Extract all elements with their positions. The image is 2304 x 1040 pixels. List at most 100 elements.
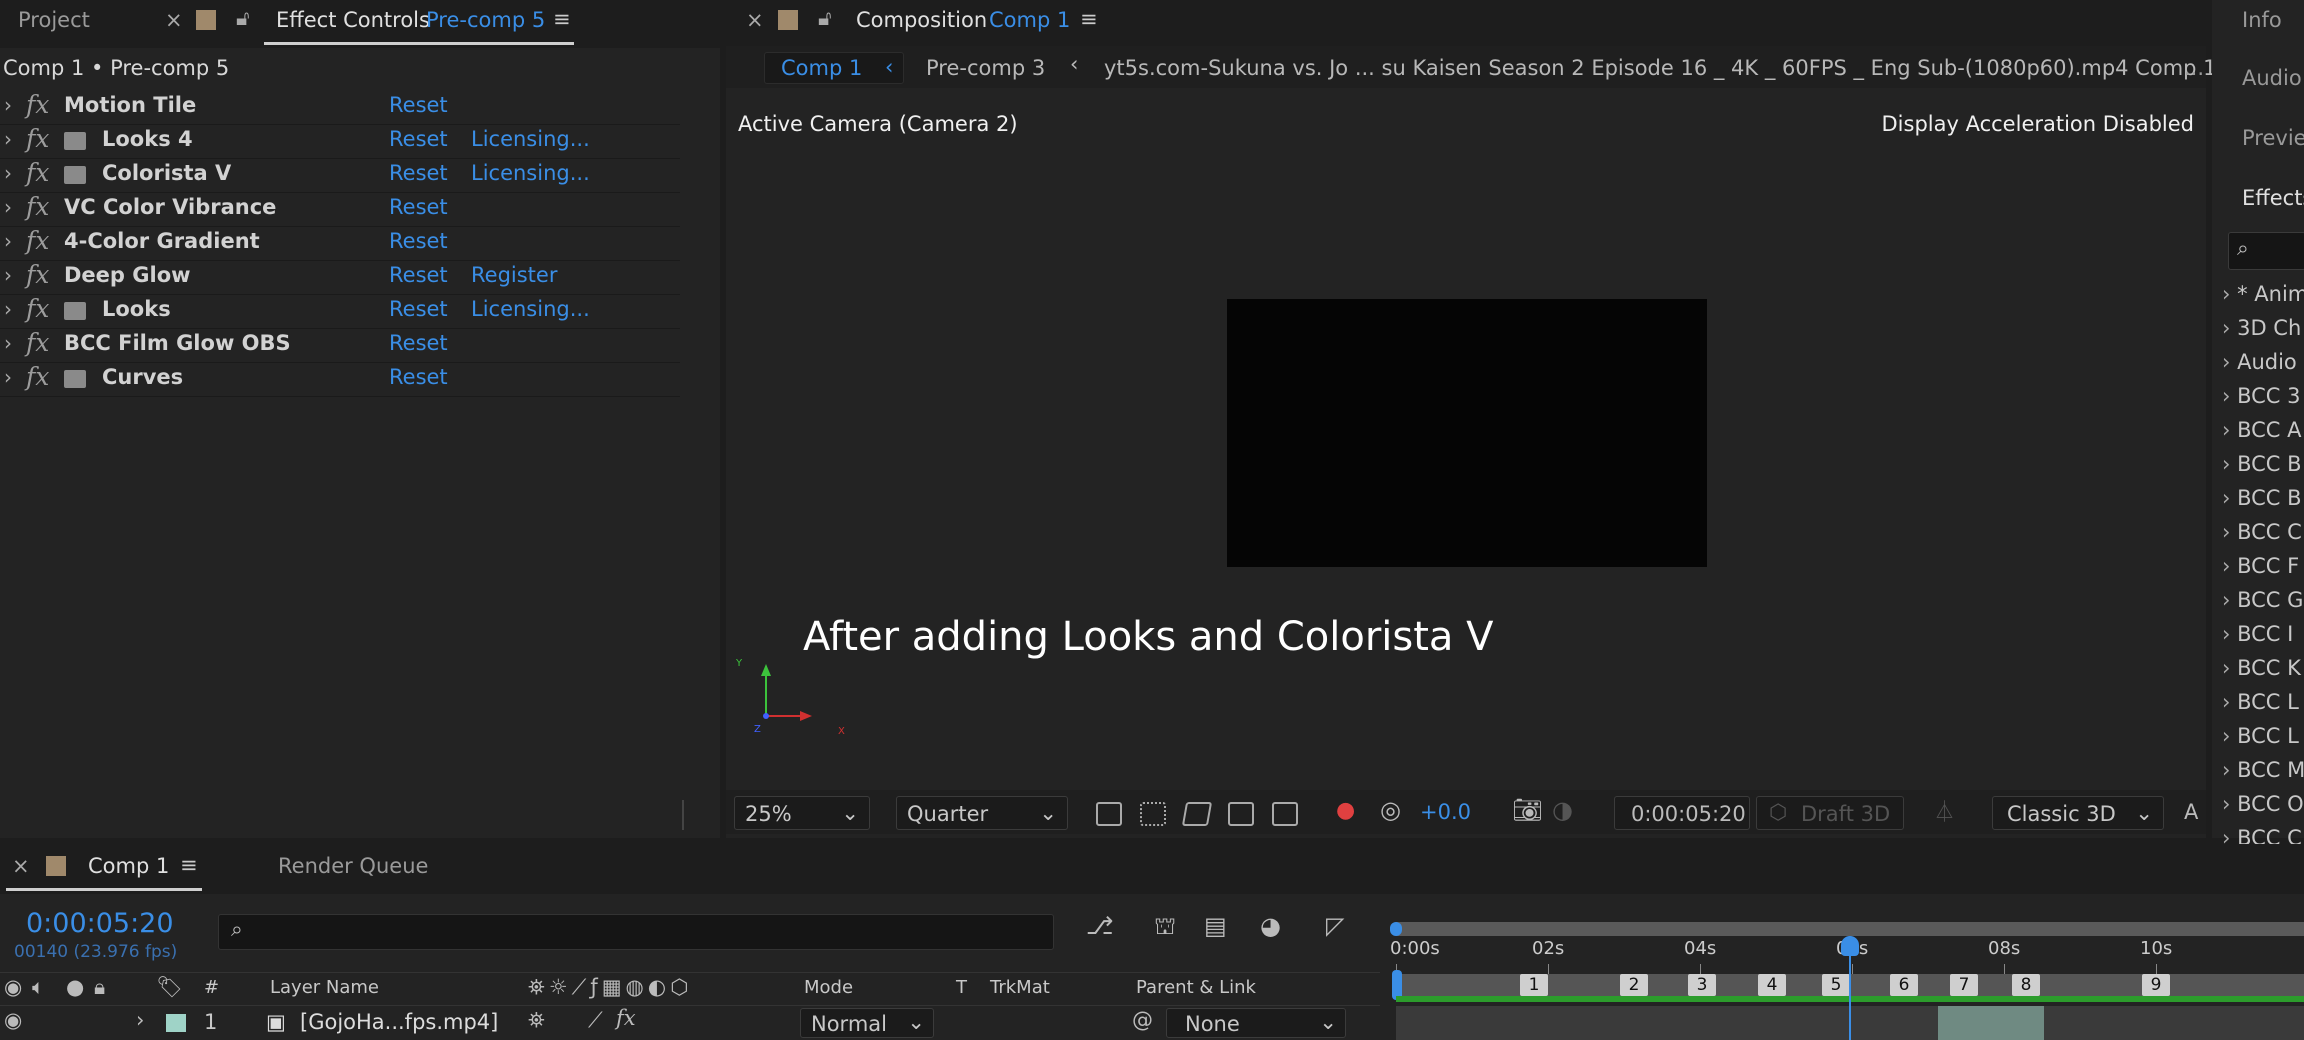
layer-name[interactable]: [GojoHa...fps.mp4] <box>300 1010 498 1034</box>
ground-plane-icon[interactable]: ⏃ <box>1934 796 1955 826</box>
expand-arrow-icon[interactable]: › <box>4 365 12 389</box>
transparency-grid-icon[interactable] <box>1140 802 1166 826</box>
work-area-bar[interactable] <box>1396 922 2304 936</box>
tab-project[interactable]: Project <box>18 8 90 32</box>
effects-category-item[interactable]: › 3D Ch <box>2222 316 2304 346</box>
effect-row[interactable]: › fx Colorista V Reset Licensing... <box>0 158 680 193</box>
blend-mode-select[interactable]: Normal ⌄ <box>800 1008 934 1038</box>
pick-whip-icon[interactable]: @ <box>1132 1008 1153 1032</box>
fx-switch-icon[interactable]: fx <box>616 1006 636 1030</box>
scrollbar[interactable] <box>682 800 684 830</box>
expand-arrow-icon[interactable]: › <box>4 127 12 151</box>
mask-path-icon[interactable] <box>1181 802 1213 826</box>
fx-toggle-icon[interactable]: fx <box>26 90 49 119</box>
tab-comp-1[interactable]: Comp 1 <box>88 854 169 878</box>
effect-extra-link[interactable]: Licensing... <box>471 161 590 185</box>
expand-arrow-icon[interactable]: › <box>4 93 12 117</box>
reset-link[interactable]: Reset <box>389 331 448 355</box>
fx-toggle-icon[interactable]: fx <box>26 192 49 221</box>
effects-category-item[interactable]: › BCC I <box>2222 622 2304 652</box>
effects-category-item[interactable]: › BCC 3 <box>2222 384 2304 414</box>
effects-category-item[interactable]: › BCC L <box>2222 690 2304 720</box>
comp-marker[interactable]: 6 <box>1890 974 1918 996</box>
reset-link[interactable]: Reset <box>389 195 448 219</box>
reset-link[interactable]: Reset <box>389 263 448 287</box>
label-tag-icon[interactable]: 🏷︎ <box>156 975 183 1000</box>
expand-arrow-icon[interactable]: › <box>4 263 12 287</box>
layer-color-label[interactable] <box>166 1014 186 1032</box>
fx-toggle-icon[interactable]: fx <box>26 124 49 153</box>
fx-toggle-icon[interactable]: fx <box>26 294 49 323</box>
expand-arrow-icon[interactable]: › <box>4 297 12 321</box>
motion-blur-icon[interactable]: ◕ <box>1260 912 1281 940</box>
tab-render-queue[interactable]: Render Queue <box>278 854 428 878</box>
expand-arrow-icon[interactable]: › <box>4 161 12 185</box>
playhead-icon[interactable] <box>1841 936 1859 956</box>
eye-icon[interactable]: ◉ <box>4 1008 22 1032</box>
snapshot-camera-icon[interactable]: 📷︎ <box>1512 796 1542 824</box>
effects-category-item[interactable]: › BCC G <box>2222 588 2304 618</box>
fx-toggle-icon[interactable]: fx <box>26 328 49 357</box>
expand-arrow-icon[interactable]: › <box>4 229 12 253</box>
nav-tab-source-comp[interactable]: yt5s.com-Sukuna vs. Jo ... su Kaisen Sea… <box>1104 56 2217 80</box>
show-snapshot-icon[interactable]: ◑ <box>1552 796 1573 824</box>
comp-marker[interactable]: 5 <box>1822 974 1850 996</box>
right-panel-tab[interactable]: Info <box>2242 8 2282 32</box>
view-layout-select[interactable]: A <box>2184 800 2198 824</box>
effect-row[interactable]: › fx Looks Reset Licensing... <box>0 294 680 329</box>
close-icon[interactable]: × <box>746 8 764 32</box>
exposure-reset-icon[interactable]: ◎ <box>1380 796 1401 824</box>
zoom-select[interactable]: 25% ⌄ <box>734 796 870 830</box>
fx-toggle-icon[interactable]: fx <box>26 158 49 187</box>
close-icon[interactable]: × <box>165 8 183 32</box>
effect-row[interactable]: › fx BCC Film Glow OBS Reset <box>0 328 680 363</box>
fast-previews-icon[interactable] <box>1096 802 1122 826</box>
tab-effect-controls[interactable]: Effect Controls <box>276 8 430 32</box>
solo-icon[interactable]: ● <box>66 975 84 999</box>
channels-icon[interactable]: ● <box>1336 798 1355 823</box>
effect-row[interactable]: › fx Motion Tile Reset <box>0 90 680 125</box>
reset-link[interactable]: Reset <box>389 365 448 389</box>
current-timecode[interactable]: 0:00:05:20 <box>26 908 174 939</box>
comp-marker[interactable]: 1 <box>1520 974 1548 996</box>
layer-search-input[interactable]: ⌕ <box>218 914 1054 950</box>
comp-flowchart-icon[interactable]: ⎇ <box>1086 912 1114 940</box>
effect-row[interactable]: › fx Curves Reset <box>0 362 680 397</box>
reset-link[interactable]: Reset <box>389 127 448 151</box>
effects-category-item[interactable]: › BCC F <box>2222 554 2304 584</box>
comp-marker[interactable]: 4 <box>1758 974 1786 996</box>
right-panel-tab[interactable]: Previe <box>2242 126 2304 150</box>
shy-switch-icon[interactable]: ⛯ <box>528 1008 545 1033</box>
eye-icon[interactable]: ◉ <box>4 975 22 999</box>
effect-row[interactable]: › fx 4-Color Gradient Reset <box>0 226 680 261</box>
effects-category-item[interactable]: › BCC M <box>2222 758 2304 788</box>
fx-toggle-icon[interactable]: fx <box>26 260 49 289</box>
panel-menu-icon[interactable]: ≡ <box>180 853 198 877</box>
region-of-interest-icon[interactable] <box>1228 802 1254 826</box>
reset-link[interactable]: Reset <box>389 161 448 185</box>
reset-link[interactable]: Reset <box>389 93 448 117</box>
frame-blending-icon[interactable]: ▤ <box>1204 912 1227 940</box>
expand-arrow-icon[interactable]: › <box>4 331 12 355</box>
right-panel-tab[interactable]: Effects <box>2242 186 2304 210</box>
timecode-display[interactable]: 0:00:05:20 <box>1614 796 1750 830</box>
comp-marker[interactable]: 9 <box>2142 974 2170 996</box>
grid-guides-icon[interactable] <box>1272 802 1298 826</box>
work-area-start-icon[interactable] <box>1390 922 1402 936</box>
layer-row[interactable]: ◉ › 1 ▣ [GojoHa...fps.mp4] ⛯ ⟋ fx Normal… <box>0 1006 1380 1040</box>
effect-extra-link[interactable]: Register <box>471 263 557 287</box>
resolution-select[interactable]: Quarter ⌄ <box>896 796 1068 830</box>
expand-arrow-icon[interactable]: › <box>136 1008 144 1032</box>
parent-select[interactable]: None ⌄ <box>1166 1008 1346 1038</box>
audio-icon[interactable]: 🔈︎ <box>32 975 45 1000</box>
effects-category-item[interactable]: › BCC A <box>2222 418 2304 448</box>
effects-category-item[interactable]: › BCC B <box>2222 486 2304 516</box>
effects-category-item[interactable]: › BCC O <box>2222 792 2304 822</box>
effects-search-field[interactable]: ⌕ <box>2228 232 2304 270</box>
nav-tab-comp-1[interactable]: Comp 1 ‹ <box>764 52 904 84</box>
effect-row[interactable]: › fx Deep Glow Reset Register <box>0 260 680 295</box>
exposure-value[interactable]: +0.0 <box>1420 800 1471 824</box>
fx-toggle-icon[interactable]: fx <box>26 362 49 391</box>
effects-category-item[interactable]: › BCC L <box>2222 724 2304 754</box>
draft-3d-toggle[interactable]: ⬡ Draft 3D <box>1756 796 1904 830</box>
